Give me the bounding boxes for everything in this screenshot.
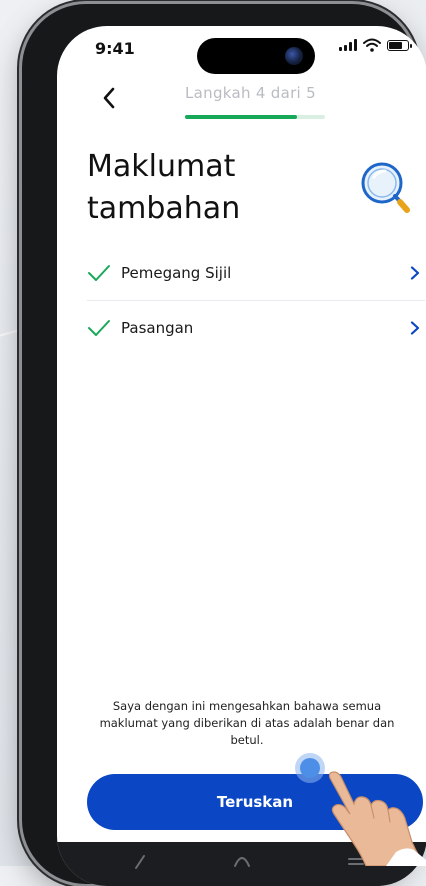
page-title: Maklumat tambahan: [87, 149, 241, 226]
details-list: Pemegang Sijil Pasangan: [87, 246, 425, 355]
progress-bar: [185, 115, 325, 119]
check-icon: [88, 320, 110, 336]
check-icon: [88, 265, 110, 281]
list-item-label: Pemegang Sijil: [121, 264, 232, 282]
status-time: 9:41: [95, 39, 135, 58]
progress-bar-fill: [185, 115, 297, 119]
chevron-left-icon: [103, 87, 115, 109]
status-icons: [339, 38, 412, 52]
continue-button-label: Teruskan: [216, 793, 294, 811]
chevron-right-icon: [410, 321, 420, 335]
step-indicator: Langkah 4 dari 5: [185, 84, 316, 102]
cellular-signal-icon: [339, 39, 357, 51]
back-gesture-icon[interactable]: [133, 854, 147, 870]
tap-indicator: [300, 758, 320, 778]
pointing-hand-icon: [328, 771, 426, 866]
phone-frame: 9:41 Langkah 4 dari 5 Maklumat tambahan: [22, 4, 426, 886]
chevron-right-icon: [410, 266, 420, 280]
back-button[interactable]: [97, 86, 121, 110]
declaration-text: Saya dengan ini mengesahkan bahawa semua…: [99, 699, 395, 747]
list-item-label: Pasangan: [121, 319, 194, 337]
camera-lens: [285, 47, 303, 65]
magnifier-icon: [361, 162, 410, 213]
list-item-spouse[interactable]: Pasangan: [87, 300, 425, 355]
battery-icon: [387, 39, 412, 51]
phone-screen: 9:41 Langkah 4 dari 5 Maklumat tambahan: [57, 26, 426, 886]
list-item-certificate-holder[interactable]: Pemegang Sijil: [87, 246, 425, 300]
dynamic-island: [197, 38, 315, 74]
wifi-icon: [363, 38, 381, 52]
